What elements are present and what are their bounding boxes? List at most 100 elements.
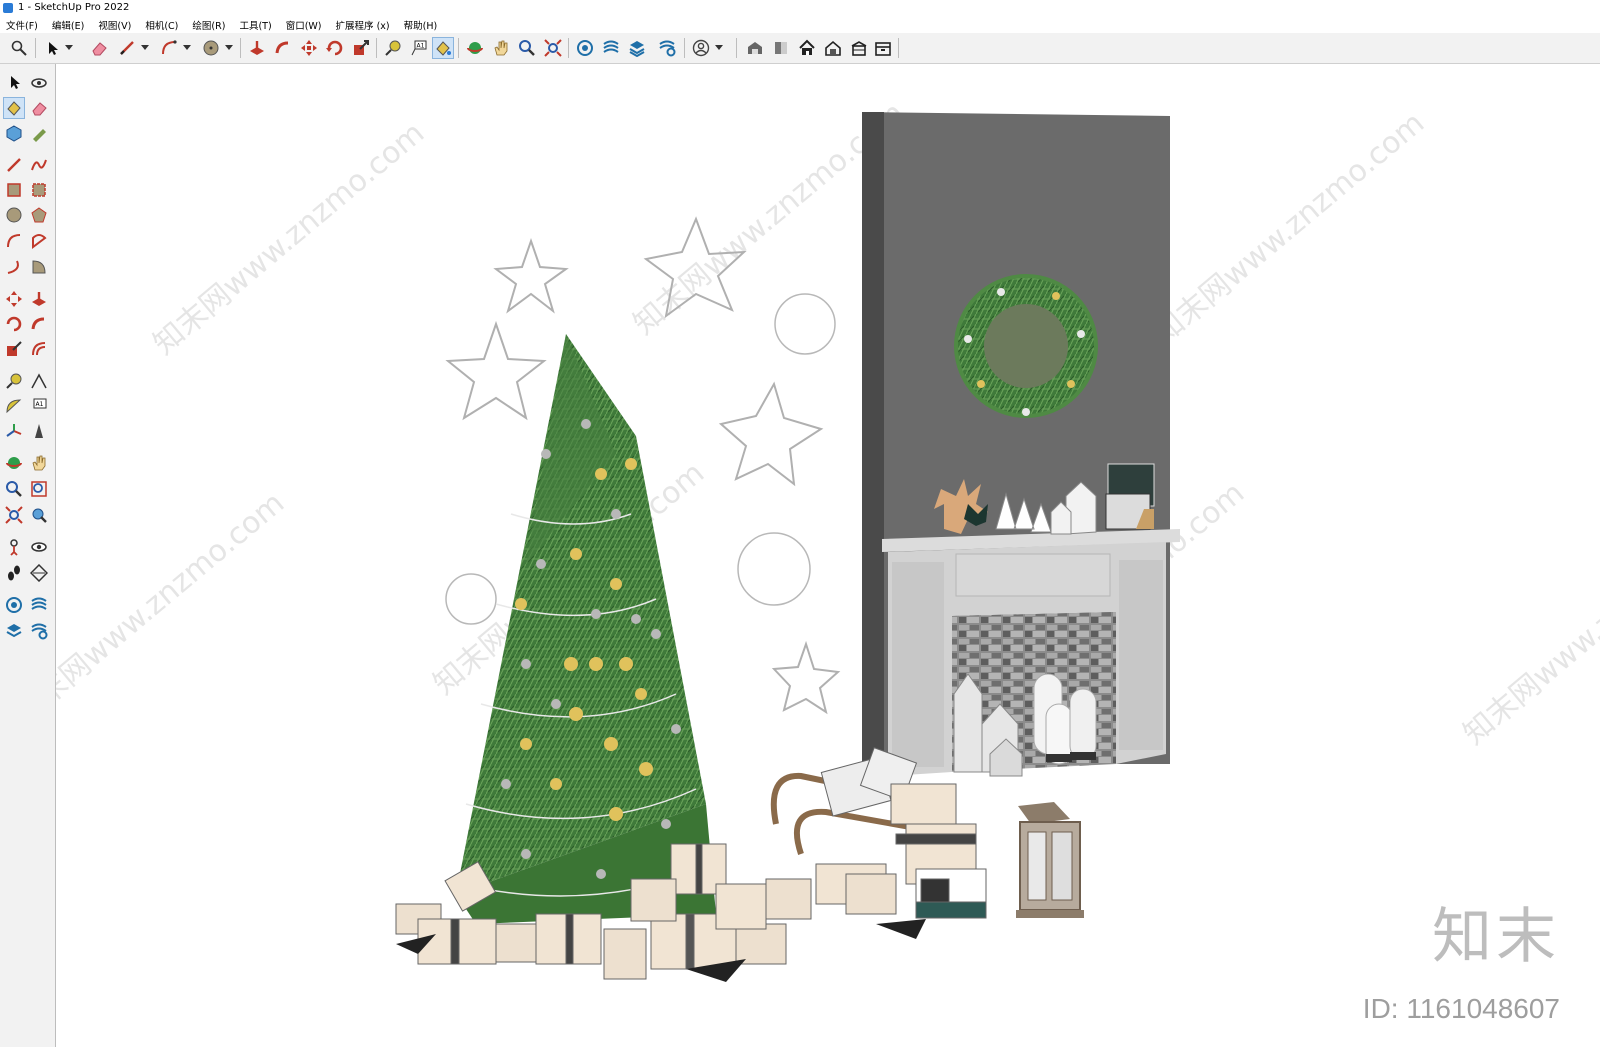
circle-icon[interactable]	[200, 37, 222, 59]
follow-me-icon[interactable]	[28, 313, 50, 335]
circle-icon[interactable]	[3, 204, 25, 226]
user-account-icon[interactable]	[690, 37, 712, 59]
chevron-down-icon[interactable]	[222, 37, 236, 59]
line-icon[interactable]	[3, 154, 25, 176]
move-icon[interactable]	[3, 288, 25, 310]
freehand-icon[interactable]	[28, 154, 50, 176]
home-icon[interactable]	[796, 37, 818, 59]
tape-measure-icon[interactable]	[3, 370, 25, 392]
orbit-icon[interactable]	[28, 72, 50, 94]
menu-window[interactable]: 窗口(W)	[281, 17, 327, 33]
eraser-icon[interactable]	[88, 37, 110, 59]
3d-text-icon[interactable]	[28, 420, 50, 442]
position-camera-icon[interactable]	[3, 536, 25, 558]
chevron-down-icon[interactable]	[180, 37, 194, 59]
pie-icon[interactable]	[28, 230, 50, 252]
chevron-down-icon[interactable]	[138, 37, 152, 59]
follow-me-icon[interactable]	[272, 37, 294, 59]
components-icon[interactable]	[574, 37, 596, 59]
sandbox-icon[interactable]	[28, 594, 50, 616]
title-bar: 1 - SketchUp Pro 2022	[0, 0, 1600, 17]
tape-measure-icon[interactable]	[382, 37, 404, 59]
wreath	[954, 274, 1098, 418]
scene-canvas	[395, 112, 1180, 982]
move-icon[interactable]	[298, 37, 320, 59]
scenes-icon[interactable]	[28, 620, 50, 642]
model-viewport[interactable]: 知末网www.znzmo.com 知末网www.znzmo.com 知末网www…	[56, 64, 1600, 1047]
christmas-tree	[456, 334, 716, 924]
zoom-window-view-icon[interactable]	[28, 478, 50, 500]
previous-view-icon[interactable]	[28, 504, 50, 526]
menu-bar: 文件(F) 编辑(E) 视图(V) 相机(C) 绘图(R) 工具(T) 窗口(W…	[0, 17, 1600, 33]
zoom-extents-view-icon[interactable]	[3, 504, 25, 526]
paint-bucket-icon[interactable]	[432, 37, 454, 59]
orbit-view-icon[interactable]	[3, 452, 25, 474]
svg-text:A1: A1	[36, 401, 44, 408]
scale-icon[interactable]	[350, 37, 372, 59]
rectangle-icon[interactable]	[3, 179, 25, 201]
three-point-arc-icon[interactable]	[28, 256, 50, 278]
sandbox-icon[interactable]	[600, 37, 622, 59]
chevron-down-icon[interactable]	[712, 37, 726, 59]
house-icon[interactable]	[822, 37, 844, 59]
orbit-icon[interactable]	[464, 37, 486, 59]
warehouse-icon[interactable]	[3, 594, 25, 616]
menu-view[interactable]: 视图(V)	[93, 17, 136, 33]
zoom-view-icon[interactable]	[3, 478, 25, 500]
brand-logo: 知末	[1432, 902, 1560, 972]
rotate-icon[interactable]	[324, 37, 346, 59]
menu-file[interactable]: 文件(F)	[1, 17, 43, 33]
eraser-icon[interactable]	[28, 97, 50, 119]
extension-icon[interactable]	[770, 37, 792, 59]
polygon-icon[interactable]	[28, 204, 50, 226]
toolbar-separator	[376, 38, 377, 58]
warehouse-icon[interactable]	[744, 37, 766, 59]
main-toolbar: A1	[0, 33, 1600, 64]
chevron-down-icon[interactable]	[62, 37, 76, 59]
text-label-icon[interactable]: A1	[408, 37, 430, 59]
arc-icon[interactable]	[158, 37, 180, 59]
component-icon[interactable]	[3, 122, 25, 144]
brand-id: ID: 1161048607	[1362, 993, 1560, 1024]
push-pull-icon[interactable]	[28, 288, 50, 310]
menu-camera[interactable]: 相机(C)	[140, 17, 183, 33]
tape-icon[interactable]	[28, 122, 50, 144]
select-icon[interactable]	[4, 72, 26, 94]
storage-icon[interactable]	[872, 37, 894, 59]
rotate-icon[interactable]	[3, 313, 25, 335]
rotated-rectangle-icon[interactable]	[28, 179, 50, 201]
menu-draw[interactable]: 绘图(R)	[187, 17, 230, 33]
menu-tools[interactable]: 工具(T)	[234, 17, 276, 33]
paint-bucket-icon[interactable]	[3, 97, 25, 119]
menu-help[interactable]: 帮助(H)	[399, 17, 443, 33]
offset-icon[interactable]	[28, 338, 50, 360]
pencil-line-icon[interactable]	[116, 37, 138, 59]
protractor-icon[interactable]	[3, 395, 25, 417]
pan-view-icon[interactable]	[28, 452, 50, 474]
zoom-icon[interactable]	[8, 37, 30, 59]
storage-icon[interactable]	[848, 37, 870, 59]
toolbar-separator	[458, 38, 459, 58]
walk-icon[interactable]	[3, 562, 25, 584]
text-icon[interactable]: A1	[28, 395, 50, 417]
push-pull-icon[interactable]	[246, 37, 268, 59]
zoom-window-icon[interactable]	[516, 37, 538, 59]
look-around-icon[interactable]	[28, 536, 50, 558]
layers-icon[interactable]	[626, 37, 648, 59]
zoom-extents-icon[interactable]	[542, 37, 564, 59]
menu-edit[interactable]: 编辑(E)	[47, 17, 89, 33]
two-point-arc-icon[interactable]	[3, 256, 25, 278]
axes-icon[interactable]	[3, 420, 25, 442]
pan-icon[interactable]	[490, 37, 512, 59]
sketchup-app-icon	[3, 3, 13, 13]
menu-extensions[interactable]: 扩展程序 (x)	[331, 17, 395, 33]
svg-text:A1: A1	[417, 43, 425, 50]
fireplace-mantel	[882, 529, 1180, 776]
dimension-icon[interactable]	[28, 370, 50, 392]
select-icon[interactable]	[42, 37, 64, 59]
styles-icon[interactable]	[656, 37, 678, 59]
scale-icon[interactable]	[3, 338, 25, 360]
arc-icon[interactable]	[3, 230, 25, 252]
section-plane-icon[interactable]	[28, 562, 50, 584]
layers-icon[interactable]	[3, 620, 25, 642]
